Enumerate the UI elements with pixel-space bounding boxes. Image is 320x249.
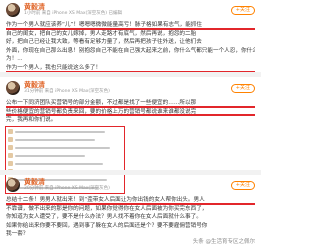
post-line: 总结十二条！男男人就出来！到“歪带女人后面让为你出钱的女人帮你出头。男人: [6, 196, 255, 205]
thumbnail-icon: [8, 161, 13, 167]
username[interactable]: 黄毅清: [24, 81, 110, 89]
post-line: 不靠谱，做不出来的那是你的问题，如果你觉得你在女人后面被为你买完东西了，: [6, 205, 208, 212]
post-meta: 20分钟前 来自 iPhone XS Max(深空灰色): [24, 185, 110, 191]
post-header: 黄毅清 1小时前 来自 iPhone XS Max(深空灰色) 已编辑 +关注: [6, 1, 255, 19]
text-placeholder: [15, 146, 110, 149]
post-body: 总结十二条！男男人就出来！到“歪带女人后面让为你出钱的女人帮你出头。男人 不靠谱…: [6, 196, 255, 239]
text-placeholder: [15, 162, 103, 165]
post-line: 如果你给出来你要不要回，遇到事了躲在女人的后面还是个？要不要雇佣营销号你: [6, 222, 208, 229]
follow-button[interactable]: +关注: [230, 180, 255, 190]
post-line: 外面，你现在自己那么出息！别抱怨自己不能在自己强大起来之前，你什么气都只能一个人…: [6, 47, 255, 54]
list-item: [8, 161, 122, 167]
post-line: 完，我再和你们说。: [6, 117, 57, 124]
text-placeholder: [15, 130, 105, 133]
post-line: 些价格便宜的营销号都负责来回，要的价格上万的营销号都说谁来谁都没说完: [6, 108, 255, 117]
text-placeholder: [15, 154, 85, 157]
post-header: 黄毅清 20分钟前 来自 iPhone XS Max(深空灰色) +关注: [6, 176, 255, 194]
avatar[interactable]: [6, 3, 20, 17]
text-placeholder: [15, 138, 95, 141]
post-line: 为！...: [6, 56, 23, 63]
post-line: 你知道为女人遭受了，要不是什么办法？男人找不着你在女人后面就什么事了。: [6, 214, 202, 221]
list-item: [8, 153, 122, 159]
weibo-feed: 黄毅清 1小时前 来自 iPhone XS Max(深空灰色) 已编辑 +关注 …: [0, 0, 261, 249]
thumbnail-icon: [8, 129, 13, 135]
user-block: 黄毅清 31分钟前 来自 iPhone XS Max(深空灰色): [24, 81, 110, 95]
user-block: 黄毅清 1小时前 来自 iPhone XS Max(深空灰色) 已编辑: [24, 3, 122, 17]
post-line: 自己的闺女，把自己的女儿嫁掉，男人走路才有底气，然后再说，抱怨的二胎: [6, 30, 197, 37]
avatar[interactable]: [6, 81, 20, 95]
post-line: 公布一下同济团队买营销号的部分金额，不过都是找了一些便宜的……所以那: [6, 99, 255, 108]
watermark: 头条 @生活育专区之佩尔: [190, 236, 257, 246]
weibo-post: 黄毅清 1小时前 来自 iPhone XS Max(深空灰色) 已编辑 +关注 …: [0, 1, 261, 73]
follow-button[interactable]: +关注: [230, 83, 255, 93]
thumbnail-icon: [8, 145, 13, 151]
avatar[interactable]: [6, 178, 20, 192]
list-item: [8, 129, 122, 135]
list-item: [8, 145, 122, 151]
post-meta: 1小时前 来自 iPhone XS Max(深空灰色) 已编辑: [24, 10, 122, 16]
post-line: 好，把自己已经让我大致，等看有足够力量了，然后再把孩子往外送，让他们去: [6, 39, 202, 46]
post-meta: 31分钟前 来自 iPhone XS Max(深空灰色): [24, 88, 110, 94]
list-item: [8, 137, 122, 143]
post-body: 公布一下同济团队买营销号的部分金额，不过都是找了一些便宜的……所以那 些价格便宜…: [6, 99, 255, 125]
user-block: 黄毅清 20分钟前 来自 iPhone XS Max(深空灰色): [24, 178, 110, 192]
post-line: 作为一个男人就应该养“儿”！嗯嗯嗯微微能量高亏！脉子格如果有志气，能抓住: [6, 21, 255, 30]
follow-button[interactable]: +关注: [230, 5, 255, 15]
weibo-post: 黄毅清 20分钟前 来自 iPhone XS Max(深空灰色) +关注 总结十…: [0, 176, 261, 239]
post-body: 作为一个男人就应该养“儿”！嗯嗯嗯微微能量高亏！脉子格如果有志气，能抓住 自己的…: [6, 21, 255, 73]
post-header: 黄毅清 31分钟前 来自 iPhone XS Max(深空灰色) +关注: [6, 79, 255, 97]
username[interactable]: 黄毅清: [24, 3, 122, 11]
thumbnail-icon: [8, 153, 13, 159]
thumbnail-icon: [8, 137, 13, 143]
divider: [0, 72, 261, 77]
divider: [0, 170, 261, 175]
username[interactable]: 黄毅清: [24, 178, 110, 186]
